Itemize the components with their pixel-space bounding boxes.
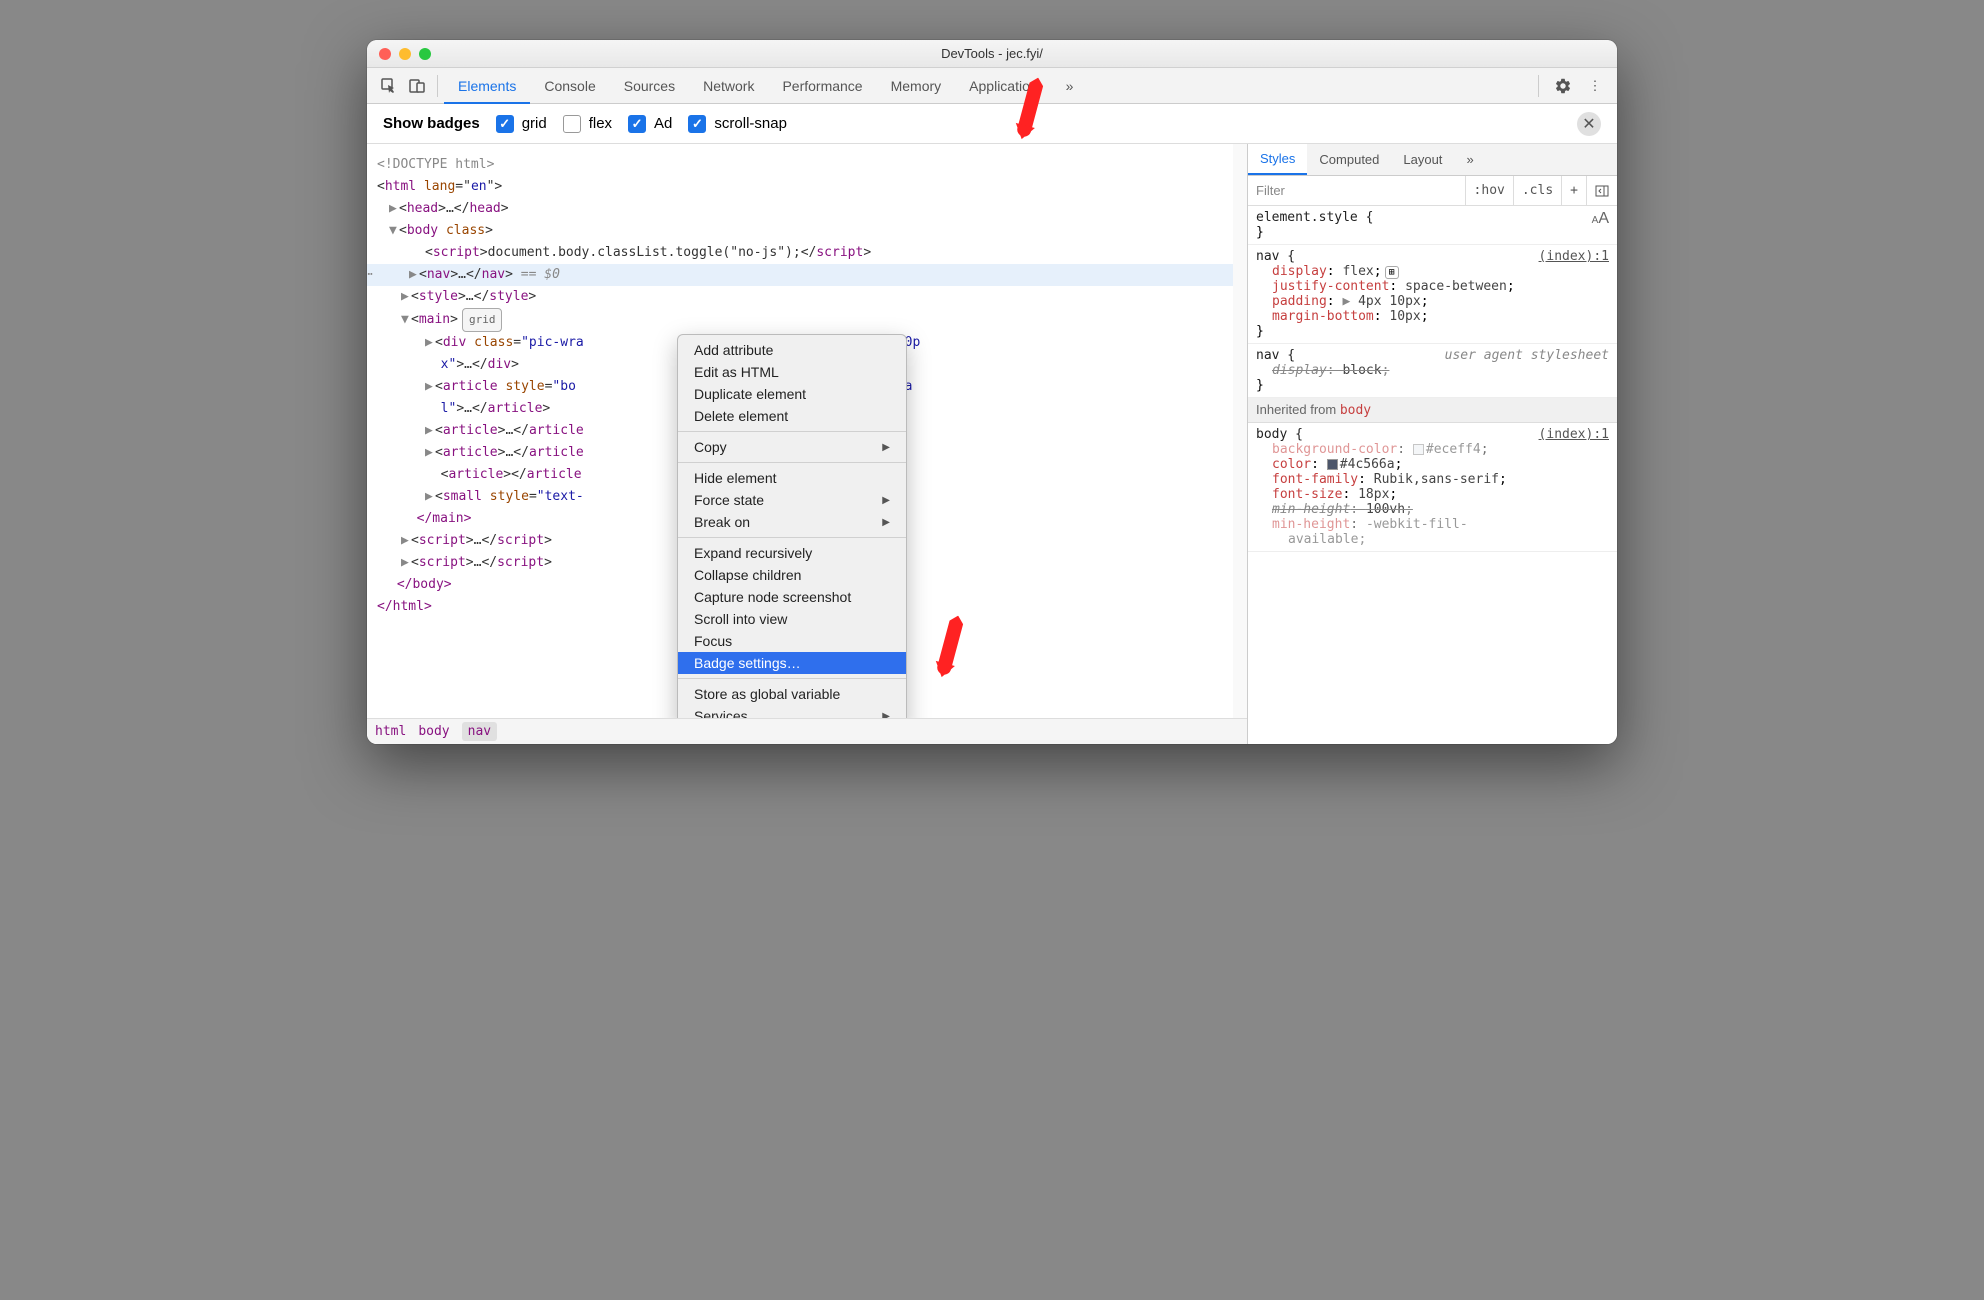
menu-capture-screenshot[interactable]: Capture node screenshot [678,586,906,608]
filter-input[interactable]: Filter [1248,183,1465,198]
badge-label: grid [522,115,547,132]
font-size-icon[interactable]: AA [1592,210,1609,228]
toolbar-divider [437,75,438,97]
source-link[interactable]: (index):1 [1539,427,1609,442]
chevron-right-icon: ▶ [882,442,890,453]
menu-separator [678,462,906,463]
kebab-menu-icon[interactable]: ⋮ [1581,72,1609,100]
badges-bar: Show badges grid flex Ad scroll-snap ✕ [367,104,1617,144]
badge-label: flex [589,115,612,132]
menu-break-on[interactable]: Break on▶ [678,511,906,533]
menu-separator [678,431,906,432]
badge-toggle-grid[interactable]: grid [496,115,547,133]
menu-edit-as-html[interactable]: Edit as HTML [678,361,906,383]
styles-pane: Styles Computed Layout » Filter :hov .cl… [1247,144,1617,744]
checkbox-icon [496,115,514,133]
menu-badge-settings[interactable]: Badge settings… [678,652,906,674]
sidebar-toggle-icon[interactable] [1586,176,1617,205]
tab-styles[interactable]: Styles [1248,144,1307,175]
rule-nav-ua[interactable]: nav {user agent stylesheet display: bloc… [1248,344,1617,398]
dom-node[interactable]: <html lang="en"> [377,176,1243,198]
dom-node[interactable]: <!DOCTYPE html> [377,154,1243,176]
scrollbar[interactable] [1233,144,1247,718]
tab-network[interactable]: Network [689,68,768,104]
tab-performance[interactable]: Performance [768,68,876,104]
content-area: <!DOCTYPE html> <html lang="en"> ▶<head>… [367,144,1617,744]
badge-toggle-ad[interactable]: Ad [628,115,672,133]
inherited-from-header: Inherited from body [1248,398,1617,423]
menu-scroll-into-view[interactable]: Scroll into view [678,608,906,630]
dom-node[interactable]: ▼<main>grid [377,308,1243,332]
context-menu: Add attribute Edit as HTML Duplicate ele… [677,334,907,732]
badge-label: Ad [654,115,672,132]
menu-store-global[interactable]: Store as global variable [678,683,906,705]
badge-toggle-flex[interactable]: flex [563,115,612,133]
more-tabs-button[interactable]: » [1052,68,1088,104]
tab-console[interactable]: Console [530,68,609,104]
elements-pane: <!DOCTYPE html> <html lang="en"> ▶<head>… [367,144,1247,744]
tab-layout[interactable]: Layout [1391,144,1454,175]
new-rule-button[interactable]: + [1561,176,1586,205]
breadcrumb: html body nav [367,718,1247,744]
menu-expand-recursively[interactable]: Expand recursively [678,542,906,564]
flex-badge-icon[interactable]: ⊞ [1385,266,1399,279]
checkbox-icon [688,115,706,133]
more-styles-tabs[interactable]: » [1454,144,1485,175]
device-toolbar-icon[interactable] [403,72,431,100]
rule-body[interactable]: body {(index):1 background-color: #eceff… [1248,423,1617,552]
toolbar-divider [1538,75,1539,97]
arrow-annotation-icon [915,616,989,695]
menu-add-attribute[interactable]: Add attribute [678,339,906,361]
menu-force-state[interactable]: Force state▶ [678,489,906,511]
menu-delete-element[interactable]: Delete element [678,405,906,427]
settings-gear-icon[interactable] [1549,72,1577,100]
color-swatch-icon[interactable] [1327,459,1338,470]
chevron-right-icon: ▶ [882,495,890,506]
show-badges-label: Show badges [383,115,480,132]
panel-tabs: Elements Console Sources Network Perform… [444,68,1532,104]
ua-label: user agent stylesheet [1445,348,1609,363]
devtools-window: DevTools - jec.fyi/ Elements Console Sou… [367,40,1617,744]
tab-elements[interactable]: Elements [444,68,530,104]
menu-separator [678,678,906,679]
source-link[interactable]: (index):1 [1539,249,1609,264]
menu-hide-element[interactable]: Hide element [678,467,906,489]
styles-rules: element.style {AA } nav {(index):1 displ… [1248,206,1617,744]
grid-badge[interactable]: grid [462,308,503,332]
rule-nav[interactable]: nav {(index):1 display: flex;⊞ justify-c… [1248,245,1617,344]
filter-bar: Filter :hov .cls + [1248,176,1617,206]
checkbox-icon [628,115,646,133]
color-swatch-icon[interactable] [1413,444,1424,455]
menu-duplicate-element[interactable]: Duplicate element [678,383,906,405]
dom-node[interactable]: ▶<head>…</head> [377,198,1243,220]
rule-element-style[interactable]: element.style {AA } [1248,206,1617,245]
breadcrumb-item[interactable]: body [418,724,449,739]
menu-copy[interactable]: Copy▶ [678,436,906,458]
hov-button[interactable]: :hov [1465,176,1513,205]
menu-separator [678,537,906,538]
dom-node[interactable]: <script>document.body.classList.toggle("… [377,242,1243,264]
tab-sources[interactable]: Sources [610,68,689,104]
window-title: DevTools - jec.fyi/ [367,46,1617,61]
tab-computed[interactable]: Computed [1307,144,1391,175]
badge-toggle-scroll-snap[interactable]: scroll-snap [688,115,787,133]
inspect-element-icon[interactable] [375,72,403,100]
menu-focus[interactable]: Focus [678,630,906,652]
tab-application[interactable]: Application [955,68,1052,104]
tab-memory[interactable]: Memory [877,68,956,104]
breadcrumb-item[interactable]: html [375,724,406,739]
dom-node-selected[interactable]: ▶<nav>…</nav> == $0 [367,264,1247,286]
dom-node[interactable]: ▶<style>…</style> [377,286,1243,308]
main-toolbar: Elements Console Sources Network Perform… [367,68,1617,104]
breadcrumb-item-active[interactable]: nav [462,722,497,741]
cls-button[interactable]: .cls [1513,176,1561,205]
dom-node[interactable]: ▼<body class> [377,220,1243,242]
titlebar: DevTools - jec.fyi/ [367,40,1617,68]
chevron-right-icon: ▶ [882,517,890,528]
badge-label: scroll-snap [714,115,787,132]
close-badges-bar-button[interactable]: ✕ [1577,112,1601,136]
styles-tabs: Styles Computed Layout » [1248,144,1617,176]
menu-collapse-children[interactable]: Collapse children [678,564,906,586]
checkbox-icon [563,115,581,133]
